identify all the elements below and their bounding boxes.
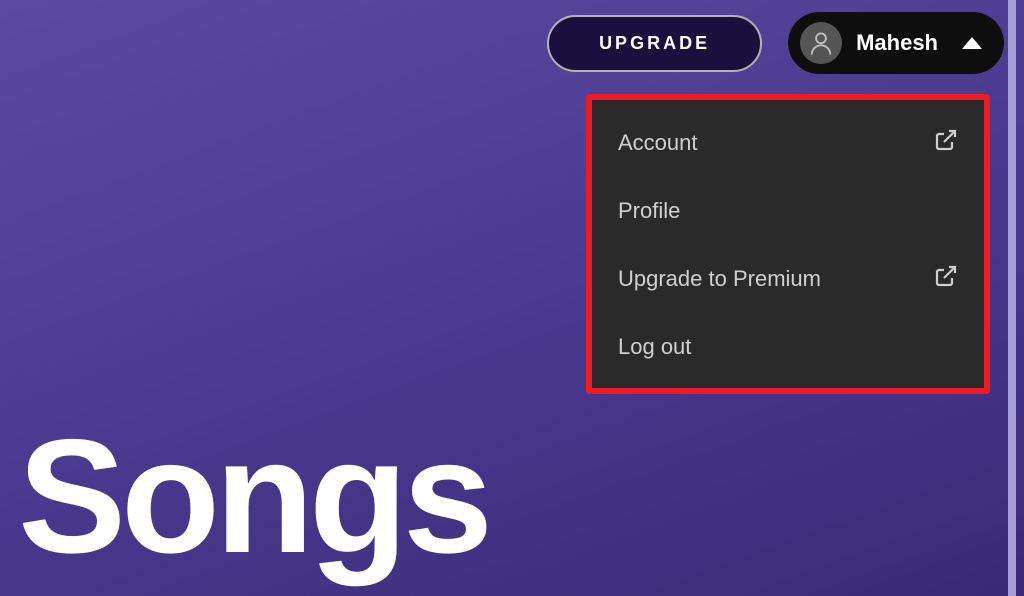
menu-item-label: Upgrade to Premium [618, 266, 821, 292]
user-menu-button[interactable]: Mahesh [788, 12, 1004, 74]
menu-item-label: Account [618, 130, 698, 156]
person-icon [807, 29, 835, 57]
menu-item-upgrade-premium[interactable]: Upgrade to Premium [592, 244, 984, 314]
user-name-label: Mahesh [856, 30, 938, 56]
menu-item-logout[interactable]: Log out [592, 314, 984, 380]
external-link-icon [934, 128, 958, 158]
menu-item-label: Profile [618, 198, 680, 224]
right-divider [1008, 0, 1016, 596]
avatar [800, 22, 842, 64]
upgrade-button[interactable]: UPGRADE [547, 15, 762, 72]
user-dropdown-menu: Account Profile Upgrade to Premium Log o… [586, 94, 990, 394]
menu-item-account[interactable]: Account [592, 108, 984, 178]
page-title: Songs [18, 416, 488, 578]
chevron-up-icon [962, 37, 982, 49]
external-link-icon [934, 264, 958, 294]
top-bar: UPGRADE Mahesh [547, 12, 1004, 74]
menu-item-label: Log out [618, 334, 691, 360]
menu-item-profile[interactable]: Profile [592, 178, 984, 244]
